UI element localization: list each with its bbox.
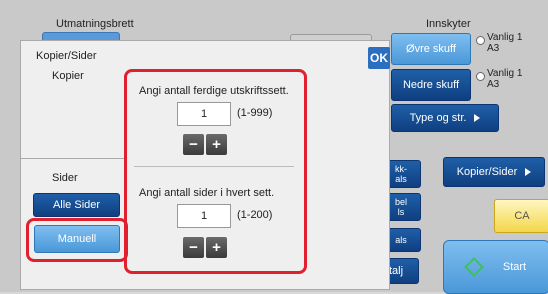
sets-minus-button[interactable]: − [183, 134, 204, 155]
upper-tray-paper: Vanlig 1 A3 [487, 32, 523, 54]
start-icon [463, 257, 484, 277]
pages-prompt: Angi antall sider i hvert sett. [139, 187, 275, 199]
divider [134, 166, 294, 167]
dialog-title: Kopier/Sider [36, 50, 97, 62]
sides-label: Sider [52, 172, 78, 184]
pages-minus-button[interactable]: − [183, 237, 204, 258]
paper-feed-label: Innskyter [426, 18, 471, 30]
ca-button[interactable]: CA [494, 199, 548, 233]
copies-sides-button[interactable]: Kopier/Sider [443, 157, 545, 187]
sets-plus-button[interactable]: + [206, 134, 227, 155]
sets-prompt: Angi antall ferdige utskriftssett. [139, 85, 289, 97]
lower-tray-paper: Vanlig 1 A3 [487, 68, 523, 90]
arrow-right-icon [474, 114, 481, 122]
arrow-right-icon [525, 168, 532, 176]
pages-plus-button[interactable]: + [206, 237, 227, 258]
start-button[interactable]: Start [443, 240, 548, 294]
all-pages-button[interactable]: Alle Sider [33, 193, 120, 217]
ok-button[interactable]: OK [368, 47, 390, 69]
type-size-button[interactable]: Type og str. [391, 104, 499, 132]
copies-label: Kopier [52, 70, 84, 82]
upper-tray-radio [476, 36, 485, 45]
pages-input[interactable]: 1 [177, 204, 231, 228]
lower-tray-radio [476, 72, 485, 81]
pages-range: (1-200) [237, 209, 273, 221]
sets-input[interactable]: 1 [177, 102, 231, 126]
sets-range: (1-999) [237, 107, 273, 119]
divider [20, 158, 124, 159]
manual-button[interactable]: Manuell [34, 225, 120, 253]
output-tray-label: Utmatningsbrett [56, 18, 134, 30]
upper-tray-button[interactable]: Øvre skuff [391, 33, 471, 65]
lower-tray-button[interactable]: Nedre skuff [391, 69, 471, 101]
